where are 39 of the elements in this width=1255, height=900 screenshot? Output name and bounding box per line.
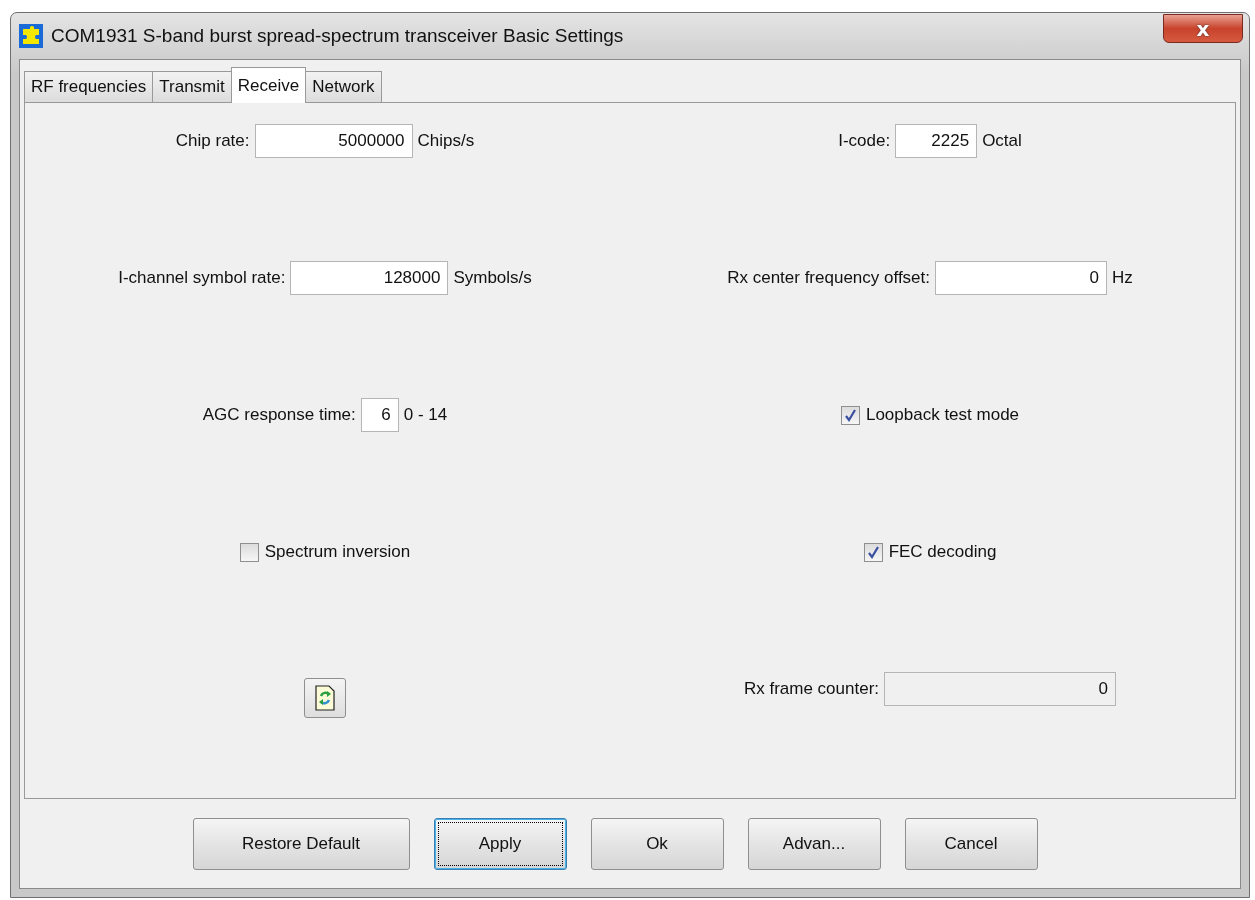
field-label: Chip rate: bbox=[175, 131, 250, 151]
input-field[interactable]: 6 bbox=[360, 398, 399, 432]
refresh-document-icon bbox=[314, 685, 336, 711]
check-mark-icon bbox=[866, 545, 880, 559]
unit-label: 0 - 14 bbox=[403, 405, 448, 425]
unit-label: Symbols/s bbox=[453, 268, 532, 288]
checkbox-label[interactable]: Spectrum inversion bbox=[264, 542, 411, 562]
tab[interactable]: Network bbox=[305, 71, 382, 102]
tab[interactable]: Transmit bbox=[152, 71, 232, 102]
close-button[interactable]: x bbox=[1163, 14, 1243, 43]
unit-label: Octal bbox=[982, 131, 1022, 151]
checkbox[interactable] bbox=[239, 542, 259, 562]
input-field[interactable]: 0 bbox=[935, 261, 1108, 295]
dialog-button[interactable]: Apply bbox=[433, 817, 567, 870]
field-label: I-code: bbox=[838, 131, 891, 151]
dialog-button[interactable]: Ok bbox=[590, 817, 724, 870]
input-field[interactable]: 2225 bbox=[895, 124, 978, 158]
field-label: Rx frame counter: bbox=[743, 679, 880, 699]
tab[interactable]: Receive bbox=[230, 67, 307, 103]
field-label: I-channel symbol rate: bbox=[118, 268, 286, 288]
check-mark-icon bbox=[843, 408, 857, 422]
input-field[interactable]: 5000000 bbox=[254, 124, 413, 158]
input-field[interactable]: 128000 bbox=[290, 261, 449, 295]
tab[interactable]: RF frequencies bbox=[24, 71, 154, 102]
checkbox[interactable] bbox=[840, 405, 860, 425]
unit-label: Chips/s bbox=[417, 131, 475, 151]
dialog-button[interactable]: Restore Default bbox=[192, 817, 410, 870]
readonly-field[interactable]: 0 bbox=[884, 672, 1117, 706]
unit-label: Hz bbox=[1112, 268, 1133, 288]
window-title: COM1931 S-band burst spread-spectrum transceiver Basic Settings bbox=[51, 25, 624, 47]
field-label: Rx center frequency offset: bbox=[727, 268, 931, 288]
checkbox-label[interactable]: FEC decoding bbox=[888, 542, 997, 562]
field-label: AGC response time: bbox=[202, 405, 356, 425]
refresh-button[interactable] bbox=[304, 678, 346, 718]
dialog-button[interactable]: Cancel bbox=[904, 817, 1038, 870]
puzzle-piece-icon bbox=[19, 24, 43, 48]
checkbox-label[interactable]: Loopback test mode bbox=[865, 405, 1020, 425]
dialog-button[interactable]: Advan... bbox=[747, 817, 881, 870]
checkbox[interactable] bbox=[863, 542, 883, 562]
